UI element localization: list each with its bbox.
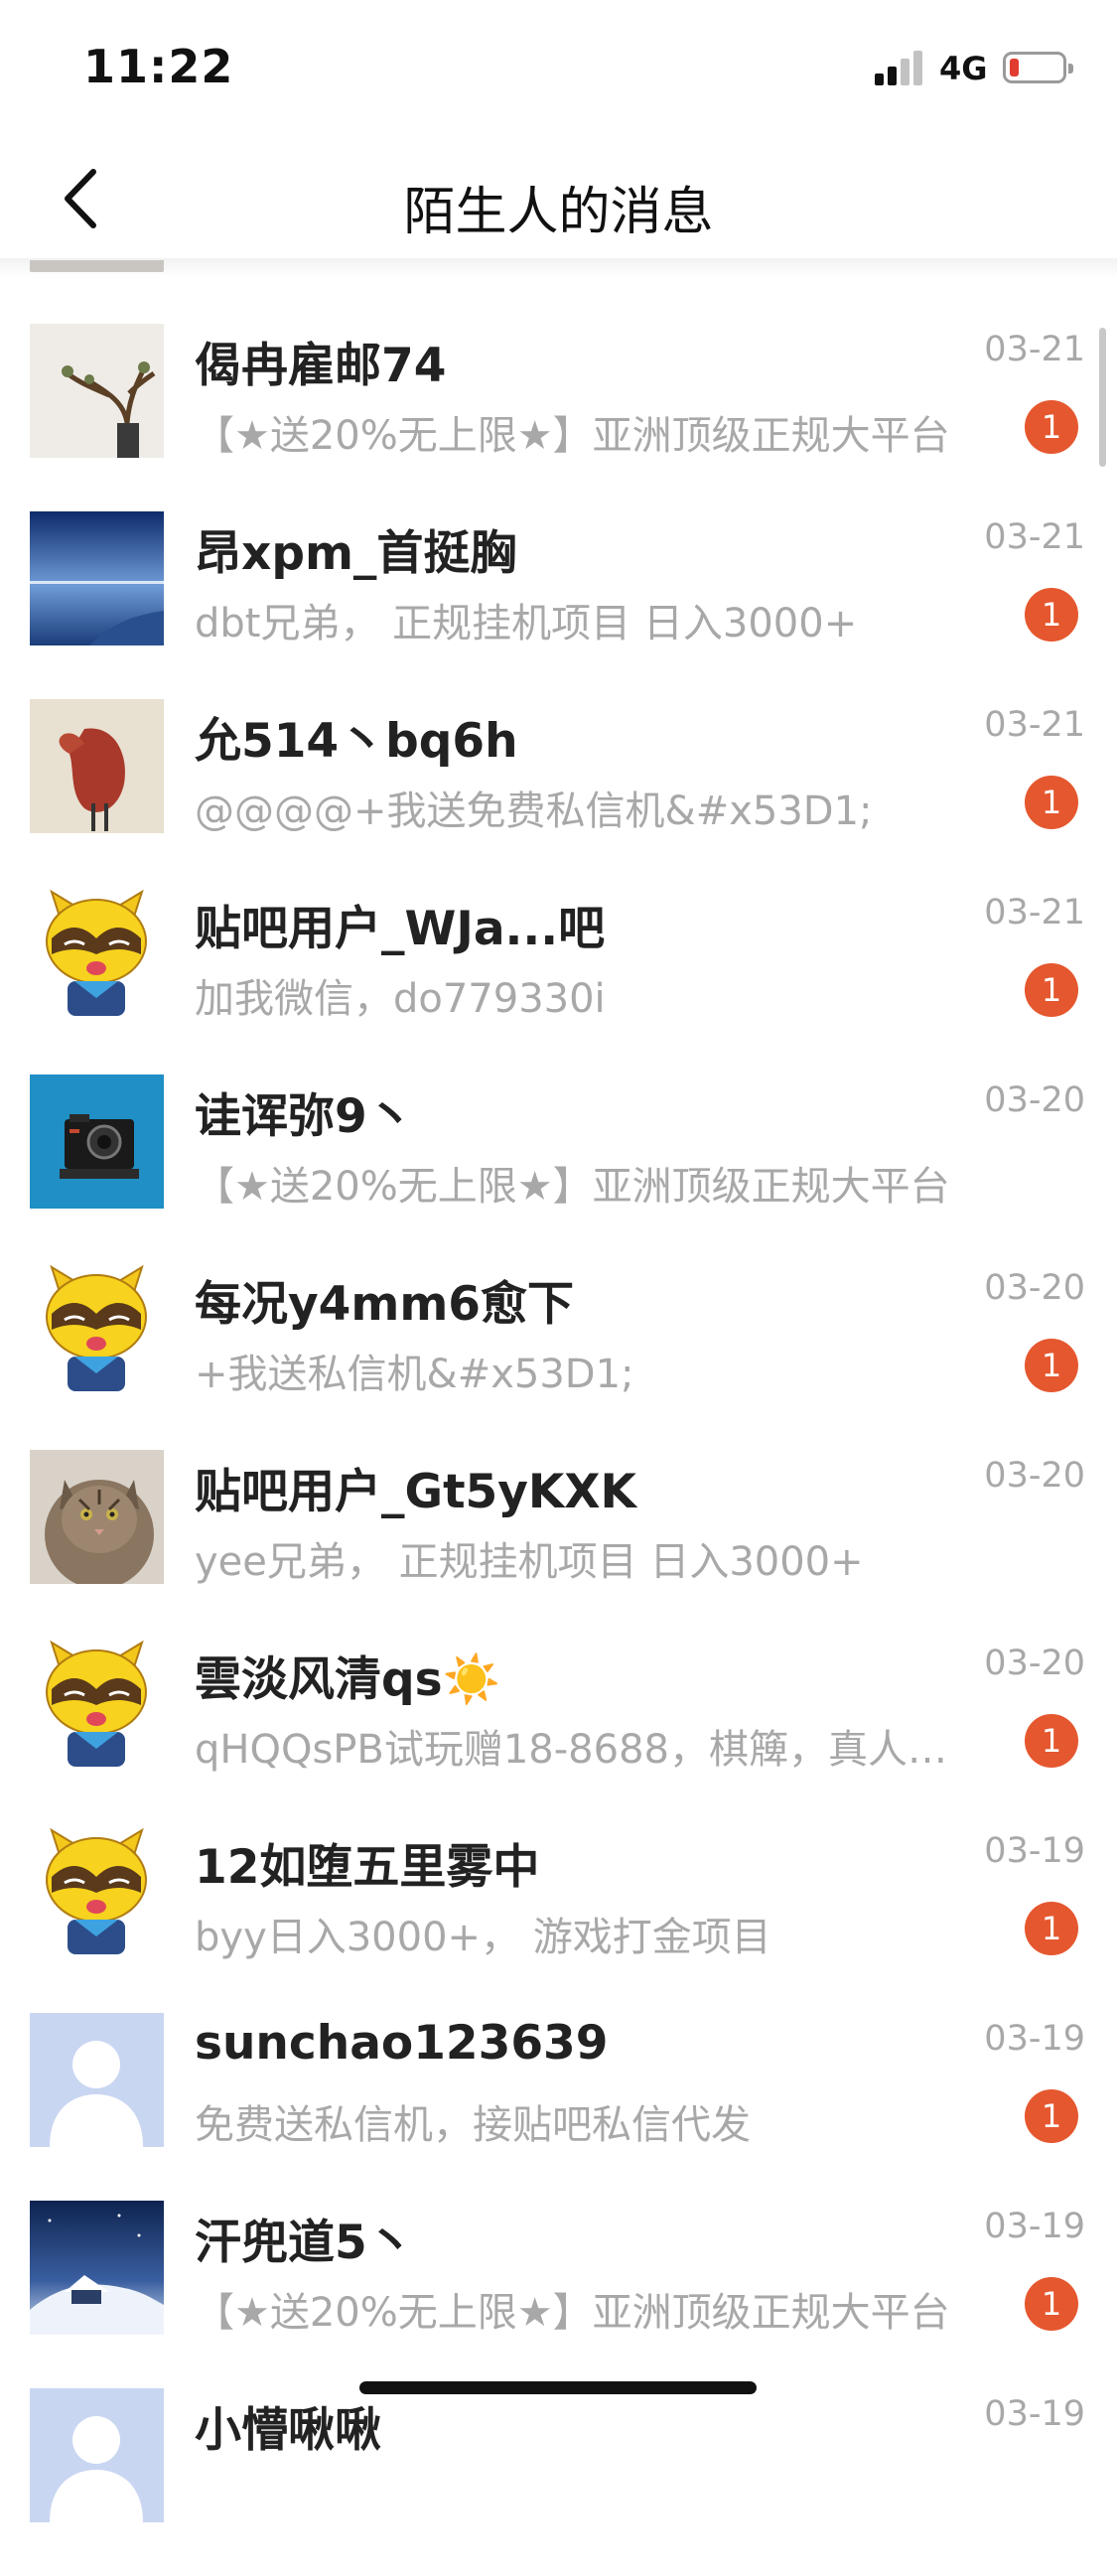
unread-badge: 1 — [1025, 2089, 1078, 2143]
message-preview: yee兄弟， 正规挂机项目 日入3000+ — [195, 1539, 864, 1585]
list-item[interactable]: 贴吧用户_Gt5yKXK yee兄弟， 正规挂机项目 日入3000+ 03-20 — [0, 1450, 1117, 1638]
list-item[interactable]: 12如堕五里雾中 byy日入3000+， 游戏打金项目 03-19 1 — [0, 1825, 1117, 2013]
avatar — [30, 260, 164, 272]
list-item[interactable]: 每况y4mm6愈下 +我送私信机&#x53D1; 03-20 1 — [0, 1262, 1117, 1450]
list-item[interactable]: 允514丶bq6h @@@@+我送免费私信机&#x53D1; 03-21 1 — [0, 699, 1117, 887]
avatar — [30, 1450, 164, 1584]
message-preview: +我送私信机&#x53D1; — [195, 1352, 634, 1397]
avatar — [30, 2388, 164, 2522]
unread-badge: 1 — [1025, 400, 1078, 454]
sender-name: 汗兜道5丶 — [195, 2216, 414, 2270]
message-preview: 【★送20%无上限★】亚洲顶级正规大平台 — [195, 2290, 950, 2336]
avatar — [30, 324, 164, 458]
sender-name: 偈冉雇邮74 — [195, 339, 447, 393]
unread-badge: 1 — [1025, 1714, 1078, 1768]
message-preview: @@@@+我送免费私信机&#x53D1; — [195, 788, 873, 834]
message-date: 03-19 — [984, 2207, 1085, 2246]
network-type: 4G — [939, 50, 988, 87]
message-preview: 【★送20%无上限★】亚洲顶级正规大平台 — [195, 1164, 950, 1210]
avatar — [30, 2013, 164, 2147]
message-preview: byy日入3000+， 游戏打金项目 — [195, 1915, 771, 1960]
avatar — [30, 887, 164, 1021]
scrollbar[interactable] — [1099, 328, 1106, 467]
unread-badge: 1 — [1025, 1339, 1078, 1392]
sender-name: 12如堕五里雾中 — [195, 1840, 540, 1895]
sender-name: 雲淡风清qs☀️ — [195, 1652, 501, 1707]
avatar — [30, 699, 164, 833]
message-preview: 加我微信，do779330i — [195, 976, 606, 1022]
message-date: 03-21 — [984, 893, 1085, 932]
list-item[interactable]: 小懵啾啾 03-19 — [0, 2388, 1117, 2576]
navigation-bar: 陌生人的消息 — [0, 134, 1117, 258]
message-date: 03-20 — [984, 1456, 1085, 1496]
avatar — [30, 2201, 164, 2335]
message-preview: qHQQsPB试玩赠18-8688，棋簰，真人视讯 — [195, 1727, 974, 1773]
message-date: 03-21 — [984, 517, 1085, 557]
message-preview: 免费送私信机，接贴吧私信代发 — [195, 2102, 751, 2148]
battery-icon — [1003, 52, 1073, 83]
sender-name: 诖诨弥9丶 — [195, 1089, 414, 1144]
list-item[interactable]: 昂xpm_首挺胸 dbt兄弟， 正规挂机项目 日入3000+ 03-21 1 — [0, 511, 1117, 699]
sender-name: 贴吧用户_Gt5yKXK — [195, 1465, 636, 1519]
sender-name: 昂xpm_首挺胸 — [195, 526, 517, 581]
message-preview: dbt兄弟， 正规挂机项目 日入3000+ — [195, 601, 858, 646]
list-item[interactable]: 偈冉雇邮74 【★送20%无上限★】亚洲顶级正规大平台 03-21 1 — [0, 324, 1117, 511]
signal-icon — [875, 50, 926, 85]
avatar — [30, 1262, 164, 1396]
message-preview: 【★送20%无上限★】亚洲顶级正规大平台 — [195, 413, 950, 459]
nav-divider — [0, 258, 1117, 278]
unread-badge: 1 — [1025, 588, 1078, 642]
status-time: 11:22 — [83, 40, 234, 93]
unread-badge: 1 — [1025, 776, 1078, 829]
unread-badge: 1 — [1025, 1902, 1078, 1955]
avatar — [30, 1825, 164, 1959]
home-indicator[interactable] — [359, 2381, 757, 2394]
message-date: 03-20 — [984, 1080, 1085, 1120]
message-date: 03-19 — [984, 2394, 1085, 2434]
sender-name: 每况y4mm6愈下 — [195, 1277, 574, 1332]
avatar — [30, 511, 164, 645]
message-date: 03-20 — [984, 1644, 1085, 1683]
page-title: 陌生人的消息 — [403, 183, 714, 242]
avatar — [30, 1638, 164, 1772]
message-date: 03-21 — [984, 330, 1085, 369]
list-item[interactable]: 汗兜道5丶 【★送20%无上限★】亚洲顶级正规大平台 03-19 1 — [0, 2201, 1117, 2388]
list-item[interactable]: sunchao123639 免费送私信机，接贴吧私信代发 03-19 1 — [0, 2013, 1117, 2201]
sender-name: 贴吧用户_WJa...吧 — [195, 902, 606, 956]
sender-name: 小懵啾啾 — [195, 2403, 381, 2458]
status-bar: 11:22 4G — [0, 0, 1117, 134]
message-date: 03-21 — [984, 705, 1085, 745]
message-date: 03-19 — [984, 1831, 1085, 1871]
sender-name: sunchao123639 — [195, 2016, 609, 2071]
message-date: 03-19 — [984, 2019, 1085, 2059]
list-item[interactable]: 贴吧用户_WJa...吧 加我微信，do779330i 03-21 1 — [0, 887, 1117, 1074]
unread-badge: 1 — [1025, 963, 1078, 1017]
list-item[interactable]: 诖诨弥9丶 【★送20%无上限★】亚洲顶级正规大平台 03-20 — [0, 1074, 1117, 1262]
avatar — [30, 1074, 164, 1209]
unread-badge: 1 — [1025, 2277, 1078, 2331]
list-item[interactable]: 雲淡风清qs☀️ qHQQsPB试玩赠18-8688，棋簰，真人视讯 03-20… — [0, 1638, 1117, 1825]
sender-name: 允514丶bq6h — [195, 714, 518, 769]
message-date: 03-20 — [984, 1268, 1085, 1308]
